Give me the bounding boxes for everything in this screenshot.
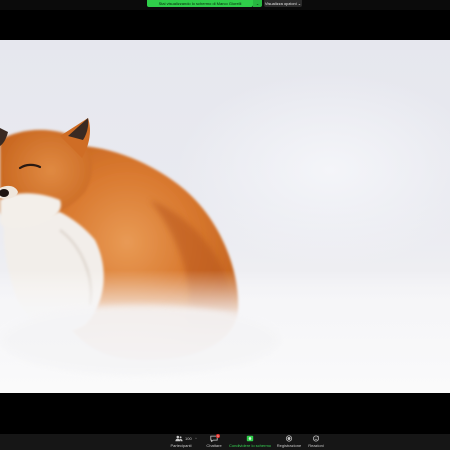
- screen-share-status-button[interactable]: Stai visualizzando lo schermo di Marco G…: [147, 0, 253, 7]
- chat-button[interactable]: 1 Chattare: [201, 434, 227, 450]
- chat-unread-badge: 1: [216, 434, 220, 438]
- participants-count: 100: [185, 436, 192, 441]
- view-options-chevron-icon: ⌄: [297, 1, 302, 6]
- view-options-button[interactable]: Visualizza opzioni ⌄: [264, 0, 302, 7]
- share-screen-label: Condividere lo schermo: [228, 443, 272, 448]
- reactions-label: Reazioni: [308, 443, 324, 448]
- top-share-banner: Stai visualizzando lo schermo di Marco G…: [0, 0, 450, 10]
- participants-icon: [175, 435, 183, 442]
- share-screen-button[interactable]: Condividere lo schermo: [228, 434, 272, 450]
- participants-button[interactable]: 100 ^ Partecipanti: [165, 434, 197, 450]
- share-screen-icon: [246, 435, 254, 442]
- share-status-chevron-icon[interactable]: ⌄: [253, 0, 262, 7]
- shared-screen-content: [0, 40, 450, 393]
- participants-label: Partecipanti: [170, 443, 192, 448]
- video-area-gap: [0, 393, 450, 434]
- participants-caret-icon[interactable]: ^: [195, 436, 197, 441]
- meeting-toolbar: 100 ^ Partecipanti 1 Chattare Condivider…: [0, 434, 450, 450]
- fox-photo: [0, 118, 450, 393]
- view-options-label: Visualizza opzioni: [264, 1, 297, 6]
- record-icon: [285, 435, 293, 442]
- record-label: Registrazione: [276, 443, 302, 448]
- smiley-icon: [313, 435, 319, 442]
- record-button[interactable]: Registrazione: [274, 434, 304, 450]
- chat-label: Chattare: [206, 443, 222, 448]
- reactions-button[interactable]: Reazioni: [304, 434, 328, 450]
